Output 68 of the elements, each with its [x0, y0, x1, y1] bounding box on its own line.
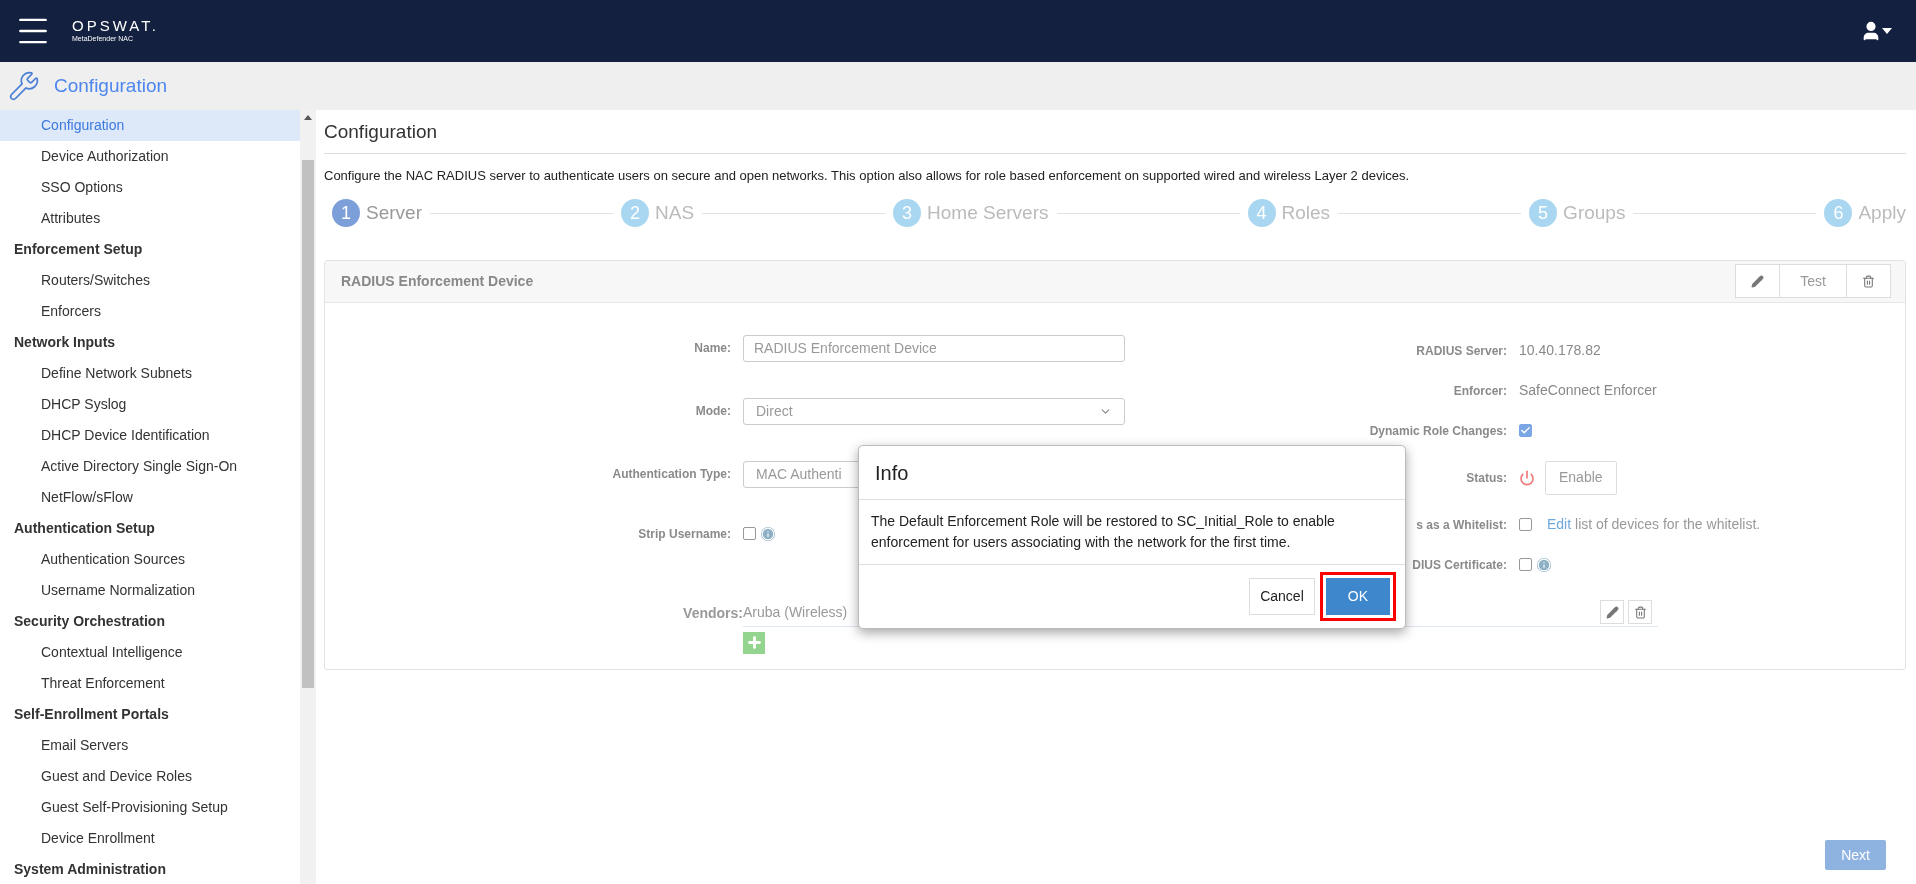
sidebar-item[interactable]: Contextual Intelligence: [0, 637, 300, 668]
pencil-icon: [1751, 274, 1765, 288]
section-title: Configuration: [54, 73, 168, 98]
sidebar-heading: Authentication Setup: [13, 519, 156, 538]
card-title: RADIUS Enforcement Device: [341, 271, 534, 291]
sidebar-item[interactable]: Username Normalization: [0, 575, 300, 606]
page-description: Configure the NAC RADIUS server to authenticate users on secure and open networks. This option also allows for role based enforcement on supported wired and wireless Layer 2 devices.: [324, 166, 1411, 185]
add-button[interactable]: [743, 631, 765, 654]
field-label: Vendors:: [682, 603, 743, 623]
field-label: Status:: [1466, 469, 1507, 487]
plus-icon: [745, 634, 763, 651]
dialog-message: The Default Enforcement Role will be restored to SC_Initial_Role to enable enforcement for users associating with the network for the first time.: [859, 500, 1405, 565]
checkbox[interactable]: [1519, 424, 1532, 437]
vendor-value: Aruba (Wireless): [743, 602, 848, 622]
checkbox[interactable]: [743, 527, 756, 540]
sidebar-item[interactable]: DHCP Device Identification: [0, 420, 300, 451]
dialog-title: Info: [875, 460, 909, 486]
ok-button[interactable]: OK: [1325, 578, 1390, 615]
delete-button[interactable]: [1628, 600, 1652, 624]
sidebar-item[interactable]: DHCP Syslog: [0, 389, 300, 420]
wrench-icon: [8, 70, 40, 102]
edit-button[interactable]: [1735, 264, 1781, 298]
sidebar-item[interactable]: Device Authorization: [0, 141, 300, 172]
sidebar-item[interactable]: Routers/Switches: [0, 265, 300, 296]
field-label: Authentication Type:: [612, 466, 731, 483]
sidebar-heading: Network Inputs: [13, 333, 117, 352]
brand-logo: OPSWAT.: [72, 18, 159, 34]
sidebar-item[interactable]: Threat Enforcement: [0, 668, 300, 699]
field-value: 10.40.178.82: [1519, 341, 1601, 360]
pencil-icon: [1605, 605, 1619, 619]
sidebar-item[interactable]: Define Network Subnets: [0, 358, 300, 389]
sidebar-item[interactable]: Device Enrollment: [0, 823, 300, 854]
scrollbar[interactable]: [300, 110, 316, 884]
cancel-button[interactable]: Cancel: [1249, 578, 1315, 615]
sidebar-item[interactable]: SSO Options: [0, 172, 300, 203]
sidebar-item[interactable]: NetFlow/sFlow: [0, 482, 300, 513]
field-value: SafeConnect Enforcer: [1519, 381, 1657, 400]
sidebar-item[interactable]: Email Servers: [0, 730, 300, 761]
sidebar-item[interactable]: Enforcers: [0, 296, 300, 327]
trash-icon: [1862, 274, 1875, 288]
field-label: s as a Whitelist:: [1416, 516, 1507, 534]
edit-button[interactable]: [1600, 600, 1624, 624]
whitelist-text: Edit list of devices for the whitelist.: [1547, 515, 1761, 534]
field-label: Strip Username:: [638, 525, 731, 543]
sidebar-heading: Self-Enrollment Portals: [13, 705, 170, 724]
info-icon[interactable]: [1537, 557, 1551, 572]
field-label: RADIUS Server:: [1416, 342, 1507, 360]
field-label: Enforcer:: [1453, 382, 1507, 400]
sidebar-heading: System Administration: [13, 860, 167, 879]
field-label: Name:: [694, 340, 731, 357]
field-label: Dynamic Role Changes:: [1369, 422, 1507, 440]
sidebar-item[interactable]: Active Directory Single Sign-On: [0, 451, 300, 482]
field-label: DIUS Certificate:: [1412, 556, 1507, 574]
sidebar-item[interactable]: Guest Self-Provisioning Setup: [0, 792, 300, 823]
trash-icon: [1633, 605, 1647, 619]
info-icon[interactable]: [761, 526, 775, 541]
sidebar-heading: Enforcement Setup: [13, 240, 144, 259]
sidebar-item[interactable]: Authentication Sources: [0, 544, 300, 575]
sidebar-heading: Security Orchestration: [13, 612, 166, 631]
sidebar-item[interactable]: Guest and Device Roles: [0, 761, 300, 792]
sidebar-item[interactable]: Configuration: [0, 110, 300, 141]
delete-button[interactable]: [1846, 264, 1891, 298]
checkbox[interactable]: [1519, 558, 1532, 571]
page-title: Configuration: [324, 120, 439, 144]
power-icon: [1519, 469, 1535, 486]
sidebar-item[interactable]: Attributes: [0, 203, 300, 234]
field-label: Mode:: [695, 403, 731, 420]
checkbox[interactable]: [1519, 518, 1532, 531]
